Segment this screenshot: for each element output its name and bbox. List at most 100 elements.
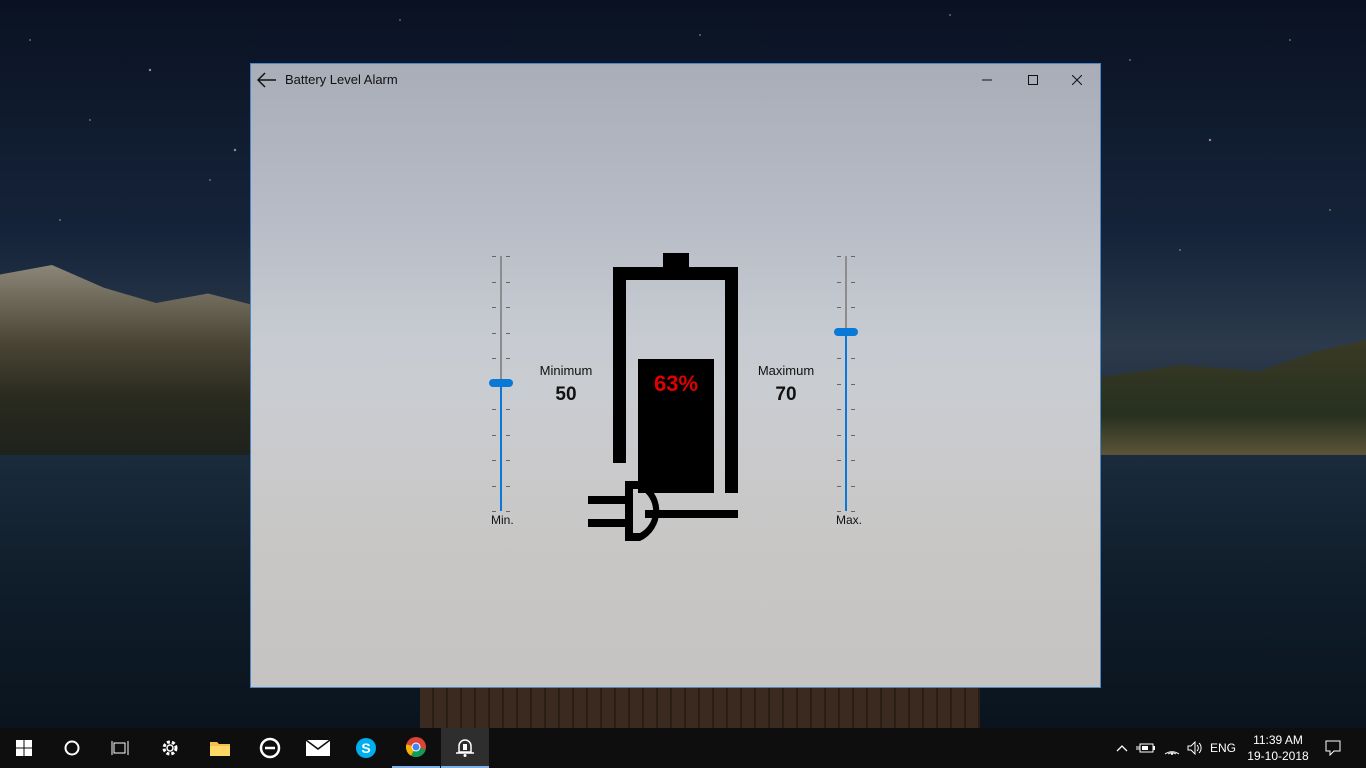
slider-tick (837, 358, 841, 359)
taskbar: S ENG 11:39 AM 19-10-2018 (0, 728, 1366, 768)
close-icon (1072, 75, 1082, 85)
slider-tick (837, 256, 841, 257)
slider-tick (492, 460, 496, 461)
task-view-icon (111, 741, 129, 755)
show-hidden-icons-button[interactable] (1112, 728, 1132, 768)
slider-tick (851, 282, 855, 283)
edge-button[interactable] (246, 728, 294, 768)
network-tray-button[interactable] (1160, 728, 1184, 768)
maximum-slider-fill (845, 332, 847, 511)
slider-tick (851, 409, 855, 410)
back-arrow-icon (257, 72, 276, 88)
slider-tick (506, 282, 510, 283)
slider-tick (492, 256, 496, 257)
speaker-icon (1187, 741, 1202, 755)
slider-tick (492, 307, 496, 308)
chrome-button[interactable] (392, 728, 440, 768)
title-bar[interactable]: Battery Level Alarm (251, 64, 1100, 96)
clock-time: 11:39 AM (1253, 733, 1303, 747)
wallpaper-mountain-left (0, 265, 260, 455)
gear-icon (162, 740, 178, 756)
maximize-icon (1028, 75, 1038, 85)
slider-tick (837, 307, 841, 308)
slider-tick (837, 511, 841, 512)
language-indicator[interactable]: ENG (1208, 728, 1238, 768)
slider-tick (851, 435, 855, 436)
slider-tick (492, 333, 496, 334)
slider-tick (837, 409, 841, 410)
slider-tick (851, 486, 855, 487)
windows-logo-icon (16, 740, 32, 756)
start-button[interactable] (0, 728, 48, 768)
minimum-slider-end-label: Min. (491, 513, 514, 527)
file-explorer-button[interactable] (196, 728, 244, 768)
window-title: Battery Level Alarm (285, 72, 398, 87)
slider-tick (492, 409, 496, 410)
maximize-button[interactable] (1010, 64, 1056, 96)
slider-tick (492, 358, 496, 359)
slider-tick (506, 486, 510, 487)
slider-tick (851, 384, 855, 385)
slider-tick (851, 511, 855, 512)
settings-taskbar-button[interactable] (146, 728, 194, 768)
mail-button[interactable] (294, 728, 342, 768)
minimum-slider-thumb[interactable] (489, 379, 513, 387)
action-center-button[interactable] (1318, 728, 1348, 768)
battery-plug-icon (1136, 743, 1155, 753)
slider-tick (506, 256, 510, 257)
battery-tray-button[interactable] (1134, 728, 1158, 768)
minimum-slider-fill (500, 383, 502, 511)
minimize-icon (982, 79, 992, 81)
folder-icon (210, 742, 230, 756)
slider-tick (851, 256, 855, 257)
notification-icon (1325, 740, 1341, 756)
slider-tick (506, 460, 510, 461)
wallpaper-mountain-right (1100, 340, 1366, 465)
clock-date: 19-10-2018 (1247, 749, 1309, 763)
slider-tick (851, 358, 855, 359)
slider-tick (837, 282, 841, 283)
slider-tick (492, 511, 496, 512)
slider-tick (506, 511, 510, 512)
slider-tick (506, 307, 510, 308)
maximum-value: 70 (775, 384, 797, 405)
task-view-button[interactable] (96, 728, 144, 768)
slider-tick (851, 460, 855, 461)
battery-alarm-taskbar-button[interactable] (441, 728, 489, 768)
slider-tick (506, 333, 510, 334)
wallpaper-pier (420, 686, 980, 728)
slider-tick (492, 435, 496, 436)
minimize-button[interactable] (964, 64, 1010, 96)
maximum-title: Maximum (757, 363, 815, 378)
slider-tick (506, 435, 510, 436)
skype-icon: S (356, 738, 376, 758)
battery-percentage: 63% (653, 371, 699, 396)
cortana-circle-icon (64, 740, 80, 756)
maximum-slider[interactable] (831, 256, 861, 516)
close-button[interactable] (1054, 64, 1100, 96)
back-button[interactable] (255, 68, 279, 92)
alarm-bell-icon (456, 739, 474, 757)
cortana-button[interactable] (48, 728, 96, 768)
wifi-icon (1164, 751, 1180, 755)
slider-tick (492, 486, 496, 487)
maximum-slider-thumb[interactable] (834, 328, 858, 336)
mail-icon (306, 740, 330, 756)
slider-tick (506, 409, 510, 410)
svg-text:S: S (361, 740, 370, 756)
chevron-up-icon (1116, 745, 1128, 752)
chrome-icon (405, 737, 426, 758)
skype-button[interactable]: S (342, 728, 390, 768)
slider-tick (837, 435, 841, 436)
maximum-slider-end-label: Max. (836, 513, 863, 527)
slider-tick (492, 282, 496, 283)
volume-tray-button[interactable] (1184, 728, 1206, 768)
slider-tick (837, 384, 841, 385)
minimum-slider[interactable] (486, 256, 516, 516)
slider-tick (837, 460, 841, 461)
slider-tick (837, 486, 841, 487)
slider-tick (506, 358, 510, 359)
clock[interactable]: 11:39 AM 19-10-2018 (1236, 732, 1320, 764)
edge-icon (259, 737, 281, 759)
slider-tick (851, 307, 855, 308)
